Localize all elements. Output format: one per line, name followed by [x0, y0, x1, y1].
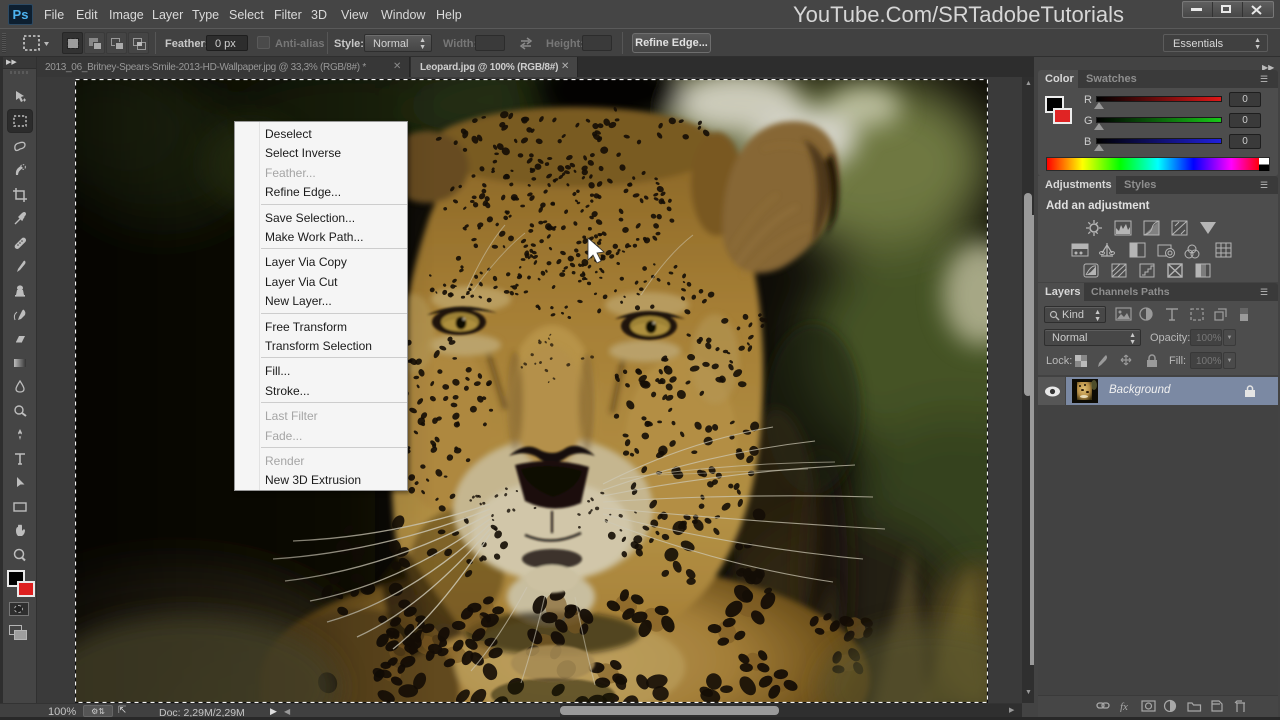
svg-text:fx: fx [1120, 701, 1128, 712]
